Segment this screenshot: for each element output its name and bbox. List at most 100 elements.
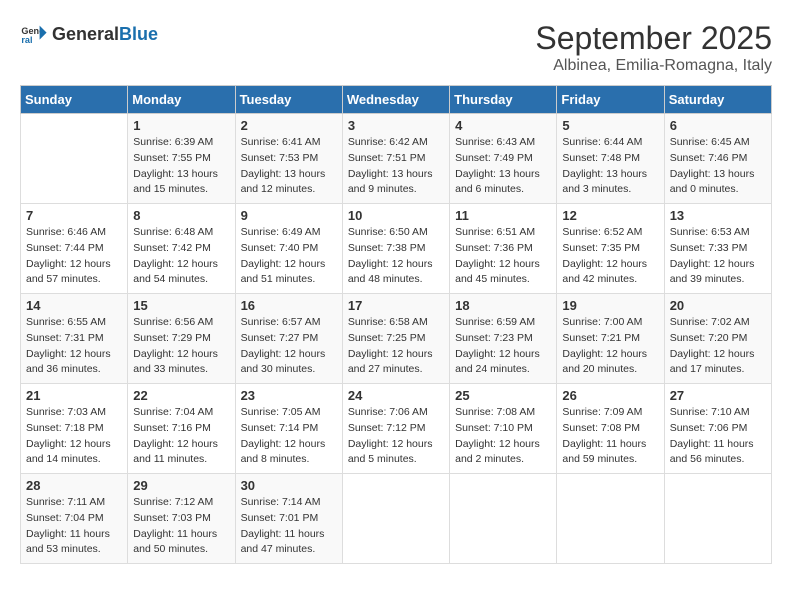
- day-info: Sunrise: 6:53 AM Sunset: 7:33 PM Dayligh…: [670, 225, 766, 288]
- calendar-cell: 29 Sunrise: 7:12 AM Sunset: 7:03 PM Dayli…: [128, 474, 235, 564]
- day-info: Sunrise: 6:48 AM Sunset: 7:42 PM Dayligh…: [133, 225, 229, 288]
- calendar-cell: 2 Sunrise: 6:41 AM Sunset: 7:53 PM Daylig…: [235, 114, 342, 204]
- calendar-cell: 27 Sunrise: 7:10 AM Sunset: 7:06 PM Dayli…: [664, 384, 771, 474]
- day-info: Sunrise: 6:43 AM Sunset: 7:49 PM Dayligh…: [455, 135, 551, 198]
- calendar-cell: 16 Sunrise: 6:57 AM Sunset: 7:27 PM Dayli…: [235, 294, 342, 384]
- day-number: 30: [241, 478, 337, 493]
- day-info: Sunrise: 7:14 AM Sunset: 7:01 PM Dayligh…: [241, 495, 337, 558]
- logo-text-general: General: [52, 24, 119, 45]
- day-number: 9: [241, 208, 337, 223]
- calendar-cell: 3 Sunrise: 6:42 AM Sunset: 7:51 PM Daylig…: [342, 114, 449, 204]
- day-info: Sunrise: 6:39 AM Sunset: 7:55 PM Dayligh…: [133, 135, 229, 198]
- title-section: September 2025 Albinea, Emilia-Romagna, …: [535, 20, 772, 75]
- day-info: Sunrise: 7:02 AM Sunset: 7:20 PM Dayligh…: [670, 315, 766, 378]
- weekday-header-tuesday: Tuesday: [235, 86, 342, 114]
- day-info: Sunrise: 7:11 AM Sunset: 7:04 PM Dayligh…: [26, 495, 122, 558]
- calendar-cell: 7 Sunrise: 6:46 AM Sunset: 7:44 PM Daylig…: [21, 204, 128, 294]
- calendar-cell: 12 Sunrise: 6:52 AM Sunset: 7:35 PM Dayli…: [557, 204, 664, 294]
- calendar-cell: 5 Sunrise: 6:44 AM Sunset: 7:48 PM Daylig…: [557, 114, 664, 204]
- day-info: Sunrise: 7:05 AM Sunset: 7:14 PM Dayligh…: [241, 405, 337, 468]
- day-number: 16: [241, 298, 337, 313]
- day-number: 18: [455, 298, 551, 313]
- calendar-cell: [450, 474, 557, 564]
- calendar-cell: 6 Sunrise: 6:45 AM Sunset: 7:46 PM Daylig…: [664, 114, 771, 204]
- calendar-cell: 26 Sunrise: 7:09 AM Sunset: 7:08 PM Dayli…: [557, 384, 664, 474]
- calendar-cell: 8 Sunrise: 6:48 AM Sunset: 7:42 PM Daylig…: [128, 204, 235, 294]
- day-number: 2: [241, 118, 337, 133]
- day-info: Sunrise: 7:10 AM Sunset: 7:06 PM Dayligh…: [670, 405, 766, 468]
- svg-text:ral: ral: [21, 35, 32, 45]
- calendar-cell: 15 Sunrise: 6:56 AM Sunset: 7:29 PM Dayli…: [128, 294, 235, 384]
- weekday-header-thursday: Thursday: [450, 86, 557, 114]
- logo-icon: Gene ral: [20, 20, 48, 48]
- day-info: Sunrise: 7:09 AM Sunset: 7:08 PM Dayligh…: [562, 405, 658, 468]
- calendar-cell: 25Sunrise: 7:08 AM Sunset: 7:10 PM Dayli…: [450, 384, 557, 474]
- calendar-cell: 23 Sunrise: 7:05 AM Sunset: 7:14 PM Dayli…: [235, 384, 342, 474]
- day-info: Sunrise: 7:04 AM Sunset: 7:16 PM Dayligh…: [133, 405, 229, 468]
- calendar-cell: 17 Sunrise: 6:58 AM Sunset: 7:25 PM Dayli…: [342, 294, 449, 384]
- day-number: 4: [455, 118, 551, 133]
- day-number: 21: [26, 388, 122, 403]
- day-info: Sunrise: 6:57 AM Sunset: 7:27 PM Dayligh…: [241, 315, 337, 378]
- calendar-cell: 14 Sunrise: 6:55 AM Sunset: 7:31 PM Dayli…: [21, 294, 128, 384]
- day-number: 6: [670, 118, 766, 133]
- logo: Gene ral GeneralBlue: [20, 20, 158, 48]
- day-number: 10: [348, 208, 444, 223]
- day-info: Sunrise: 6:46 AM Sunset: 7:44 PM Dayligh…: [26, 225, 122, 288]
- day-number: 27: [670, 388, 766, 403]
- weekday-header-monday: Monday: [128, 86, 235, 114]
- calendar-cell: [342, 474, 449, 564]
- calendar-cell: 24Sunrise: 7:06 AM Sunset: 7:12 PM Dayli…: [342, 384, 449, 474]
- calendar-cell: 19 Sunrise: 7:00 AM Sunset: 7:21 PM Dayli…: [557, 294, 664, 384]
- day-info: Sunrise: 7:08 AM Sunset: 7:10 PM Dayligh…: [455, 405, 551, 468]
- day-number: 13: [670, 208, 766, 223]
- weekday-header-sunday: Sunday: [21, 86, 128, 114]
- day-info: Sunrise: 7:00 AM Sunset: 7:21 PM Dayligh…: [562, 315, 658, 378]
- day-info: Sunrise: 7:12 AM Sunset: 7:03 PM Dayligh…: [133, 495, 229, 558]
- day-info: Sunrise: 7:06 AM Sunset: 7:12 PM Dayligh…: [348, 405, 444, 468]
- calendar-cell: 21 Sunrise: 7:03 AM Sunset: 7:18 PM Dayli…: [21, 384, 128, 474]
- day-info: Sunrise: 6:41 AM Sunset: 7:53 PM Dayligh…: [241, 135, 337, 198]
- day-number: 14: [26, 298, 122, 313]
- day-info: Sunrise: 6:42 AM Sunset: 7:51 PM Dayligh…: [348, 135, 444, 198]
- calendar-cell: 1 Sunrise: 6:39 AM Sunset: 7:55 PM Daylig…: [128, 114, 235, 204]
- day-info: Sunrise: 6:44 AM Sunset: 7:48 PM Dayligh…: [562, 135, 658, 198]
- weekday-header-saturday: Saturday: [664, 86, 771, 114]
- day-number: 7: [26, 208, 122, 223]
- day-number: 17: [348, 298, 444, 313]
- day-info: Sunrise: 6:58 AM Sunset: 7:25 PM Dayligh…: [348, 315, 444, 378]
- day-number: 8: [133, 208, 229, 223]
- day-info: Sunrise: 6:49 AM Sunset: 7:40 PM Dayligh…: [241, 225, 337, 288]
- calendar-cell: 11 Sunrise: 6:51 AM Sunset: 7:36 PM Dayli…: [450, 204, 557, 294]
- day-info: Sunrise: 6:56 AM Sunset: 7:29 PM Dayligh…: [133, 315, 229, 378]
- day-number: 3: [348, 118, 444, 133]
- day-number: 1: [133, 118, 229, 133]
- day-number: 23: [241, 388, 337, 403]
- day-number: 15: [133, 298, 229, 313]
- day-number: 26: [562, 388, 658, 403]
- calendar-cell: 18 Sunrise: 6:59 AM Sunset: 7:23 PM Dayli…: [450, 294, 557, 384]
- day-info: Sunrise: 6:51 AM Sunset: 7:36 PM Dayligh…: [455, 225, 551, 288]
- day-number: 11: [455, 208, 551, 223]
- calendar-table: SundayMondayTuesdayWednesdayThursdayFrid…: [20, 85, 772, 564]
- day-number: 29: [133, 478, 229, 493]
- calendar-cell: [557, 474, 664, 564]
- day-info: Sunrise: 6:55 AM Sunset: 7:31 PM Dayligh…: [26, 315, 122, 378]
- day-info: Sunrise: 6:50 AM Sunset: 7:38 PM Dayligh…: [348, 225, 444, 288]
- logo-text-blue: Blue: [119, 24, 158, 45]
- calendar-cell: 9 Sunrise: 6:49 AM Sunset: 7:40 PM Daylig…: [235, 204, 342, 294]
- day-number: 19: [562, 298, 658, 313]
- day-number: 12: [562, 208, 658, 223]
- calendar-cell: [664, 474, 771, 564]
- day-info: Sunrise: 6:45 AM Sunset: 7:46 PM Dayligh…: [670, 135, 766, 198]
- month-title: September 2025: [535, 20, 772, 57]
- day-number: 5: [562, 118, 658, 133]
- day-info: Sunrise: 7:03 AM Sunset: 7:18 PM Dayligh…: [26, 405, 122, 468]
- day-info: Sunrise: 6:52 AM Sunset: 7:35 PM Dayligh…: [562, 225, 658, 288]
- calendar-cell: [21, 114, 128, 204]
- calendar-cell: 22 Sunrise: 7:04 AM Sunset: 7:16 PM Dayli…: [128, 384, 235, 474]
- day-info: Sunrise: 6:59 AM Sunset: 7:23 PM Dayligh…: [455, 315, 551, 378]
- weekday-header-friday: Friday: [557, 86, 664, 114]
- location-subtitle: Albinea, Emilia-Romagna, Italy: [535, 57, 772, 75]
- day-number: 22: [133, 388, 229, 403]
